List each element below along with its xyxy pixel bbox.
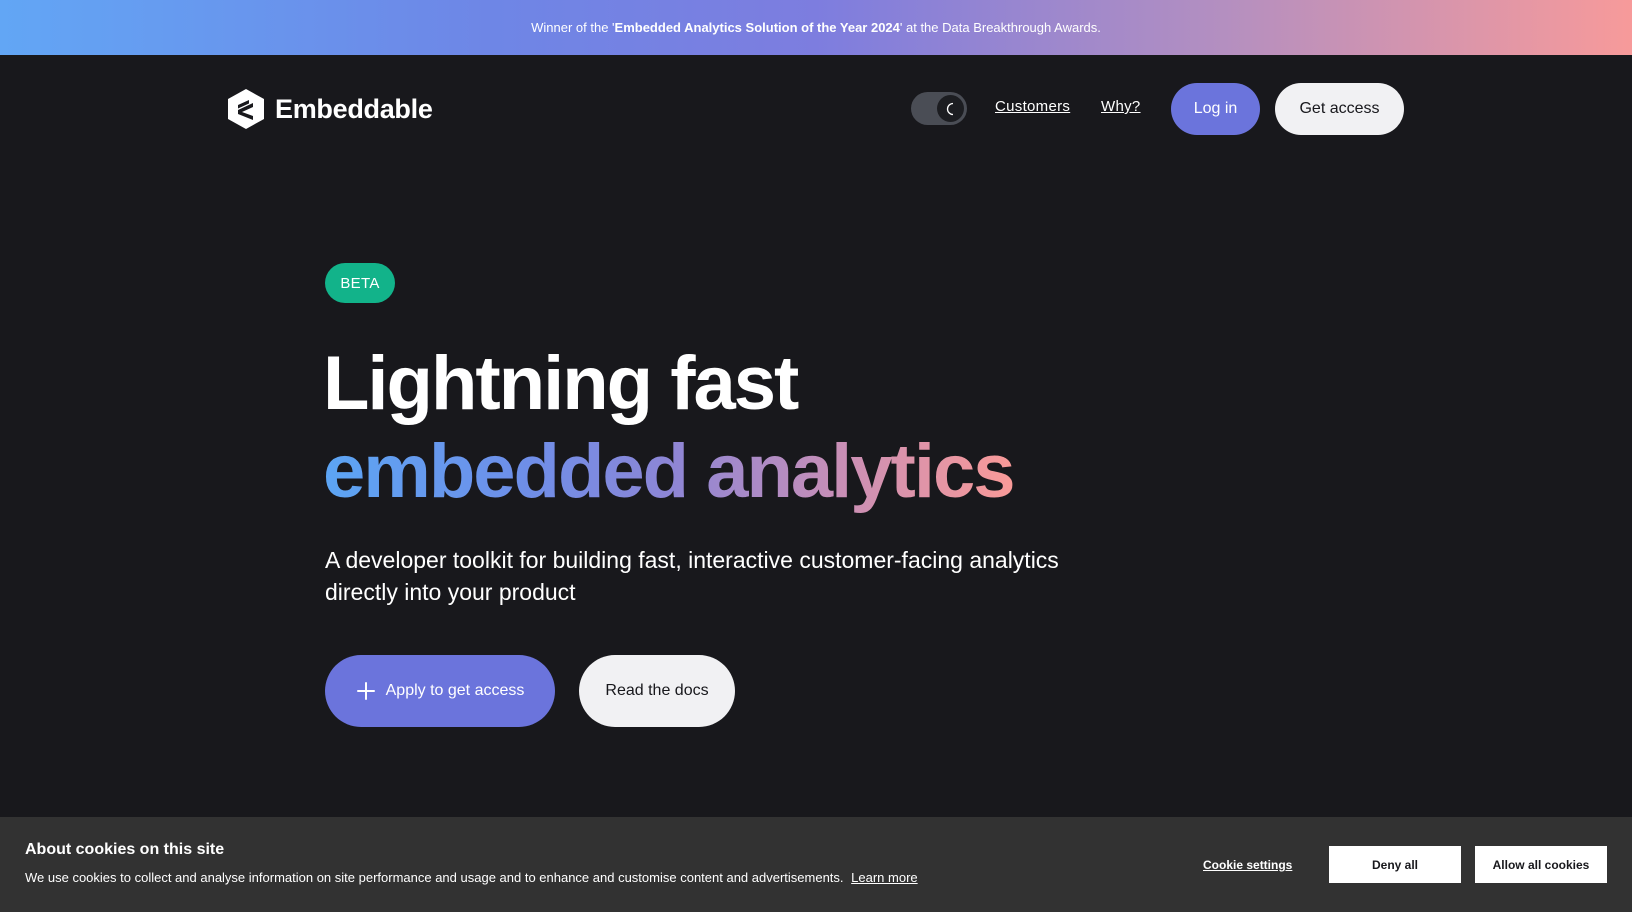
headline-line-2: embedded analytics — [323, 429, 1015, 514]
deny-all-button[interactable]: Deny all — [1329, 846, 1461, 883]
logo-text: Embeddable — [275, 93, 433, 124]
cookie-text-container: We use cookies to collect and analyse in… — [25, 870, 918, 885]
embeddable-logo-icon — [228, 89, 264, 129]
toggle-knob — [937, 95, 964, 122]
plus-icon — [356, 682, 375, 700]
hero-subheadline: A developer toolkit for building fast, i… — [325, 547, 1059, 605]
promo-prefix: Winner of the ' — [531, 20, 615, 35]
cookie-description: We use cookies to collect and analyse in… — [25, 870, 844, 885]
get-access-button[interactable]: Get access — [1275, 83, 1404, 135]
hero-headline: Lightning fast embedded analytics — [323, 340, 1015, 516]
nav-link-customers[interactable]: Customers — [995, 98, 1070, 115]
moon-icon — [946, 102, 953, 115]
promo-banner: Winner of the ' Embedded Analytics Soluti… — [0, 0, 1632, 55]
apply-button-label: Apply to get access — [385, 682, 525, 699]
promo-highlight: Embedded Analytics Solution of the Year … — [614, 20, 900, 35]
cookie-title: About cookies on this site — [25, 841, 225, 858]
read-the-docs-button[interactable]: Read the docs — [579, 655, 735, 727]
beta-badge: BETA — [325, 263, 395, 303]
logo[interactable]: Embeddable — [227, 88, 433, 130]
promo-suffix: ' at the Data Breakthrough Awards. — [899, 20, 1101, 35]
allow-all-cookies-button[interactable]: Allow all cookies — [1475, 846, 1607, 883]
cookie-banner: About cookies on this site We use cookie… — [0, 817, 1632, 912]
navbar: Embeddable Customers Why? Log in Get acc… — [0, 55, 1632, 165]
theme-toggle[interactable] — [911, 92, 967, 125]
headline-line-1: Lightning fast — [323, 341, 799, 426]
cookie-settings-link[interactable]: Cookie settings — [1203, 858, 1292, 872]
apply-to-get-access-button[interactable]: Apply to get access — [325, 655, 555, 727]
login-button[interactable]: Log in — [1171, 83, 1260, 135]
nav-link-why[interactable]: Why? — [1101, 98, 1141, 115]
learn-more-link[interactable]: Learn more — [851, 870, 917, 885]
